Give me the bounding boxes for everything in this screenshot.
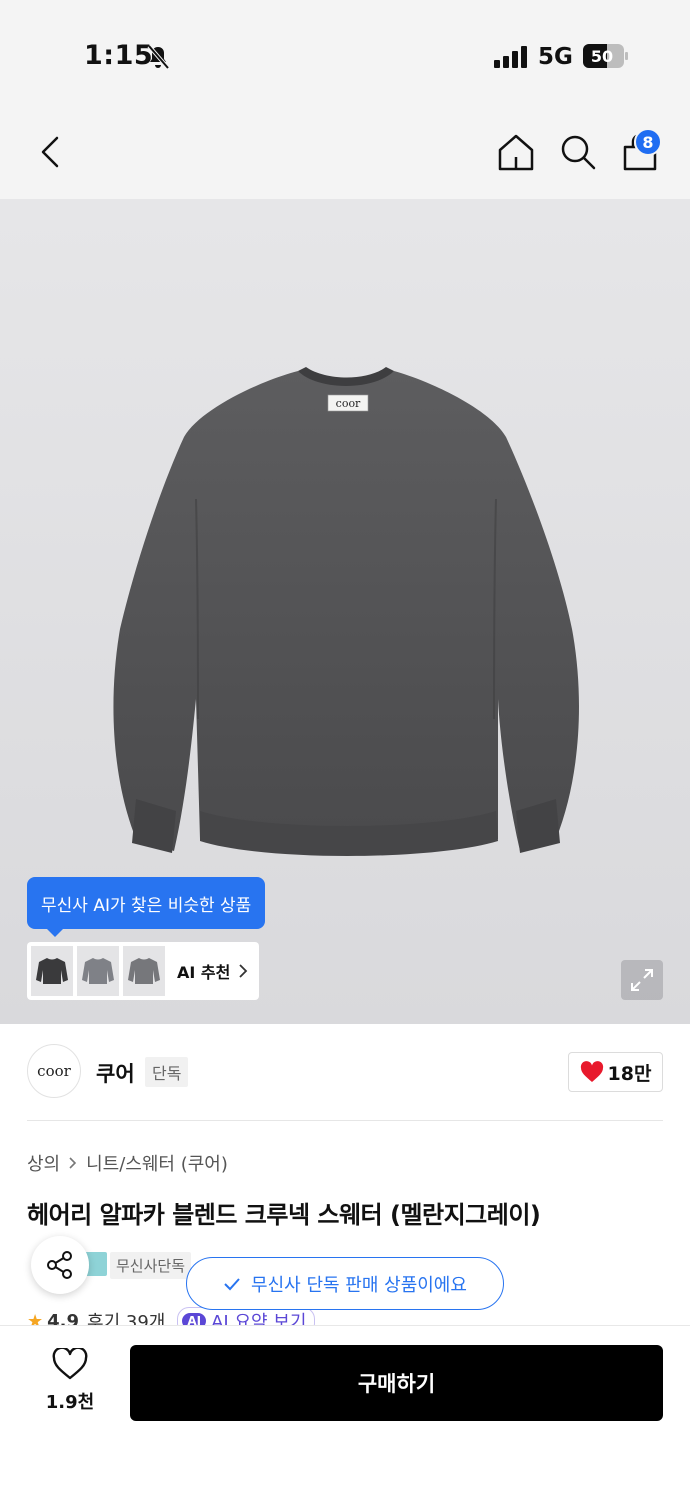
similar-product-thumb[interactable] (77, 946, 119, 996)
share-icon (47, 1251, 72, 1279)
status-time: 1:15 (84, 40, 154, 71)
search-button[interactable] (556, 130, 600, 174)
ai-summary-label: AI 요약 보기 (211, 1312, 307, 1325)
garment-label-text: coor (336, 397, 361, 410)
breadcrumb-item[interactable]: 니트/스웨터 (쿠어) (86, 1150, 228, 1176)
home-button[interactable] (494, 130, 538, 174)
check-icon (224, 1277, 240, 1290)
wishlist-button[interactable]: 1.9천 (38, 1348, 102, 1414)
sweater-thumb-icon (82, 958, 114, 984)
top-navigation (0, 110, 690, 199)
sweater-thumb-icon (128, 958, 160, 984)
expand-icon (631, 969, 653, 991)
chevron-left-icon (41, 136, 59, 168)
heart-filled-icon (580, 1061, 603, 1082)
brand-like-count: 18만 (607, 1062, 652, 1085)
star-icon: ★ (27, 1310, 44, 1326)
battery-icon: 50 (583, 44, 628, 68)
sweater-thumb-icon (36, 958, 68, 984)
cart-count-badge: 8 (634, 128, 662, 156)
buy-button[interactable]: 구매하기 (130, 1345, 663, 1421)
similar-product-thumb[interactable] (123, 946, 165, 996)
breadcrumb: 상의 니트/스웨터 (쿠어) (27, 1150, 228, 1176)
ai-recommend-strip[interactable]: AI 추천 (27, 942, 259, 1000)
ai-similar-tooltip[interactable]: 무신사 AI가 찾은 비슷한 상품 (27, 877, 266, 937)
divider (27, 1120, 663, 1121)
ai-chip: AI (182, 1313, 207, 1325)
brand-name[interactable]: 쿠어 (96, 1058, 135, 1088)
toast-text: 무신사 단독 판매 상품이에요 (251, 1274, 467, 1296)
expand-image-button[interactable] (621, 960, 663, 1000)
breadcrumb-item[interactable]: 상의 (27, 1150, 60, 1176)
ai-recommend-label[interactable]: AI 추천 (177, 959, 230, 983)
product-title: 헤어리 알파카 블렌드 크루넥 스웨터 (멜란지그레이) (27, 1201, 541, 1229)
exclusive-badge: 무신사단독 (110, 1252, 192, 1279)
brand-exclusive-tag: 단독 (145, 1057, 189, 1087)
rating-score: 4.9 (47, 1310, 80, 1326)
bell-off-icon (147, 44, 170, 70)
product-image-area[interactable]: coor 무신사 AI가 찾은 비슷한 상품 AI 추천 (0, 199, 690, 1024)
similar-product-thumb[interactable] (31, 946, 73, 996)
share-button[interactable] (31, 1236, 89, 1294)
home-icon (498, 134, 534, 171)
chevron-right-icon (69, 1157, 77, 1169)
exclusive-toast: 무신사 단독 판매 상품이에요 (186, 1257, 504, 1310)
search-icon (561, 135, 596, 170)
network-label: 5G (538, 44, 573, 70)
chevron-right-icon (239, 964, 248, 978)
review-count-link[interactable]: 후기 39개 (87, 1308, 165, 1325)
heart-outline-icon (52, 1348, 88, 1380)
brand-logo[interactable]: coor (27, 1044, 81, 1098)
signal-icon (494, 46, 527, 68)
wishlist-count: 1.9천 (45, 1392, 95, 1413)
status-bar: 1:15 5G 50 (0, 0, 690, 110)
battery-level: 50 (591, 47, 613, 66)
back-button[interactable] (28, 130, 72, 174)
brand-like-button[interactable]: 18만 (568, 1052, 663, 1092)
